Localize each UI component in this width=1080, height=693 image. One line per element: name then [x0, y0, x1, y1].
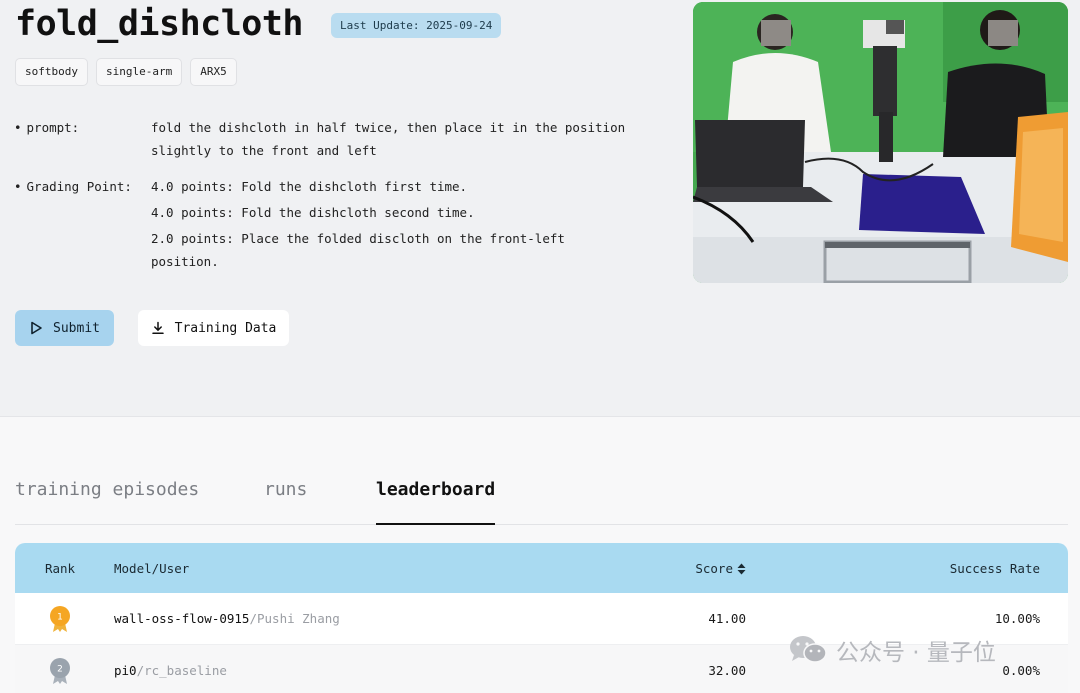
grading-point: 2.0 points: Place the folded discloth on…	[151, 231, 565, 246]
download-icon	[151, 321, 164, 334]
play-icon	[31, 321, 42, 335]
page-title: fold_dishcloth	[15, 4, 304, 44]
prompt-text: fold the dishcloth in half twice, then p…	[151, 116, 654, 162]
header-rank: Rank	[44, 560, 76, 576]
last-update-badge: Last Update: 2025-09-24	[331, 13, 502, 38]
header-success-rate: Success Rate	[949, 560, 1040, 576]
video-frame	[693, 2, 1068, 283]
prompt-field: prompt: fold the dishcloth in half twice…	[14, 116, 654, 162]
model-user-cell: pi0/rc_baseline	[105, 663, 625, 678]
score-cell: 41.00	[708, 611, 746, 626]
model-name[interactable]: pi0	[114, 663, 137, 678]
task-header: fold_dishcloth Last Update: 2025-09-24 s…	[0, 0, 1080, 416]
score-cell: 32.00	[708, 663, 746, 678]
success-rate-cell: 10.00%	[994, 611, 1040, 626]
prompt-label: prompt:	[14, 116, 151, 162]
tag-list: softbody single-arm ARX5	[15, 58, 237, 86]
tab-bar: training episodes runs leaderboard	[15, 479, 1068, 525]
task-video-preview[interactable]	[693, 2, 1068, 283]
user-name: /Pushi Zhang	[249, 611, 340, 626]
prompt-line: slightly to the front and left	[151, 143, 377, 158]
prompt-line: fold the dishcloth in half twice, then p…	[151, 120, 626, 135]
grading-point: position.	[151, 254, 219, 269]
silver-medal-icon: 2	[50, 657, 70, 684]
tab-runs[interactable]: runs	[264, 479, 307, 525]
tag-arx5[interactable]: ARX5	[190, 58, 237, 86]
header-score[interactable]: Score	[625, 561, 746, 576]
tab-training-episodes[interactable]: training episodes	[15, 479, 199, 525]
sort-icon[interactable]	[737, 563, 746, 575]
watermark: 公众号 · 量子位	[788, 632, 996, 668]
grading-label: Grading Point:	[14, 175, 151, 273]
rank-number: 1	[57, 612, 63, 622]
user-name: /rc_baseline	[136, 663, 227, 678]
table-header: Rank Model/User Score Success Rate	[15, 543, 1068, 593]
header-model-user: Model/User	[114, 560, 190, 576]
task-fields: prompt: fold the dishcloth in half twice…	[14, 116, 654, 286]
header-score-label: Score	[695, 560, 733, 576]
tab-leaderboard[interactable]: leaderboard	[376, 479, 496, 525]
rank-number: 2	[57, 664, 63, 674]
tag-single-arm[interactable]: single-arm	[95, 58, 183, 86]
grading-point: 4.0 points: Fold the dishcloth first tim…	[151, 179, 468, 194]
model-user-cell: wall-oss-flow-0915/Pushi Zhang	[105, 611, 625, 626]
submit-label: Submit	[53, 320, 100, 336]
rank-cell: 1	[15, 605, 105, 633]
tag-softbody[interactable]: softbody	[15, 58, 88, 86]
wechat-icon	[790, 636, 827, 663]
grading-list: 4.0 points: Fold the dishcloth first tim…	[151, 175, 654, 273]
grading-point: 4.0 points: Fold the dishcloth second ti…	[151, 205, 475, 220]
grading-field: Grading Point: 4.0 points: Fold the dish…	[14, 175, 654, 273]
watermark-text: 公众号 · 量子位	[836, 640, 996, 666]
submit-button[interactable]: Submit	[15, 310, 114, 346]
gold-medal-icon: 1	[50, 605, 70, 632]
leaderboard-table: Rank Model/User Score Success Rate 1 wal…	[15, 543, 1068, 693]
training-data-label: Training Data	[174, 320, 277, 336]
rank-cell: 2	[15, 657, 105, 685]
model-name[interactable]: wall-oss-flow-0915	[114, 611, 249, 626]
training-data-button[interactable]: Training Data	[138, 310, 289, 346]
